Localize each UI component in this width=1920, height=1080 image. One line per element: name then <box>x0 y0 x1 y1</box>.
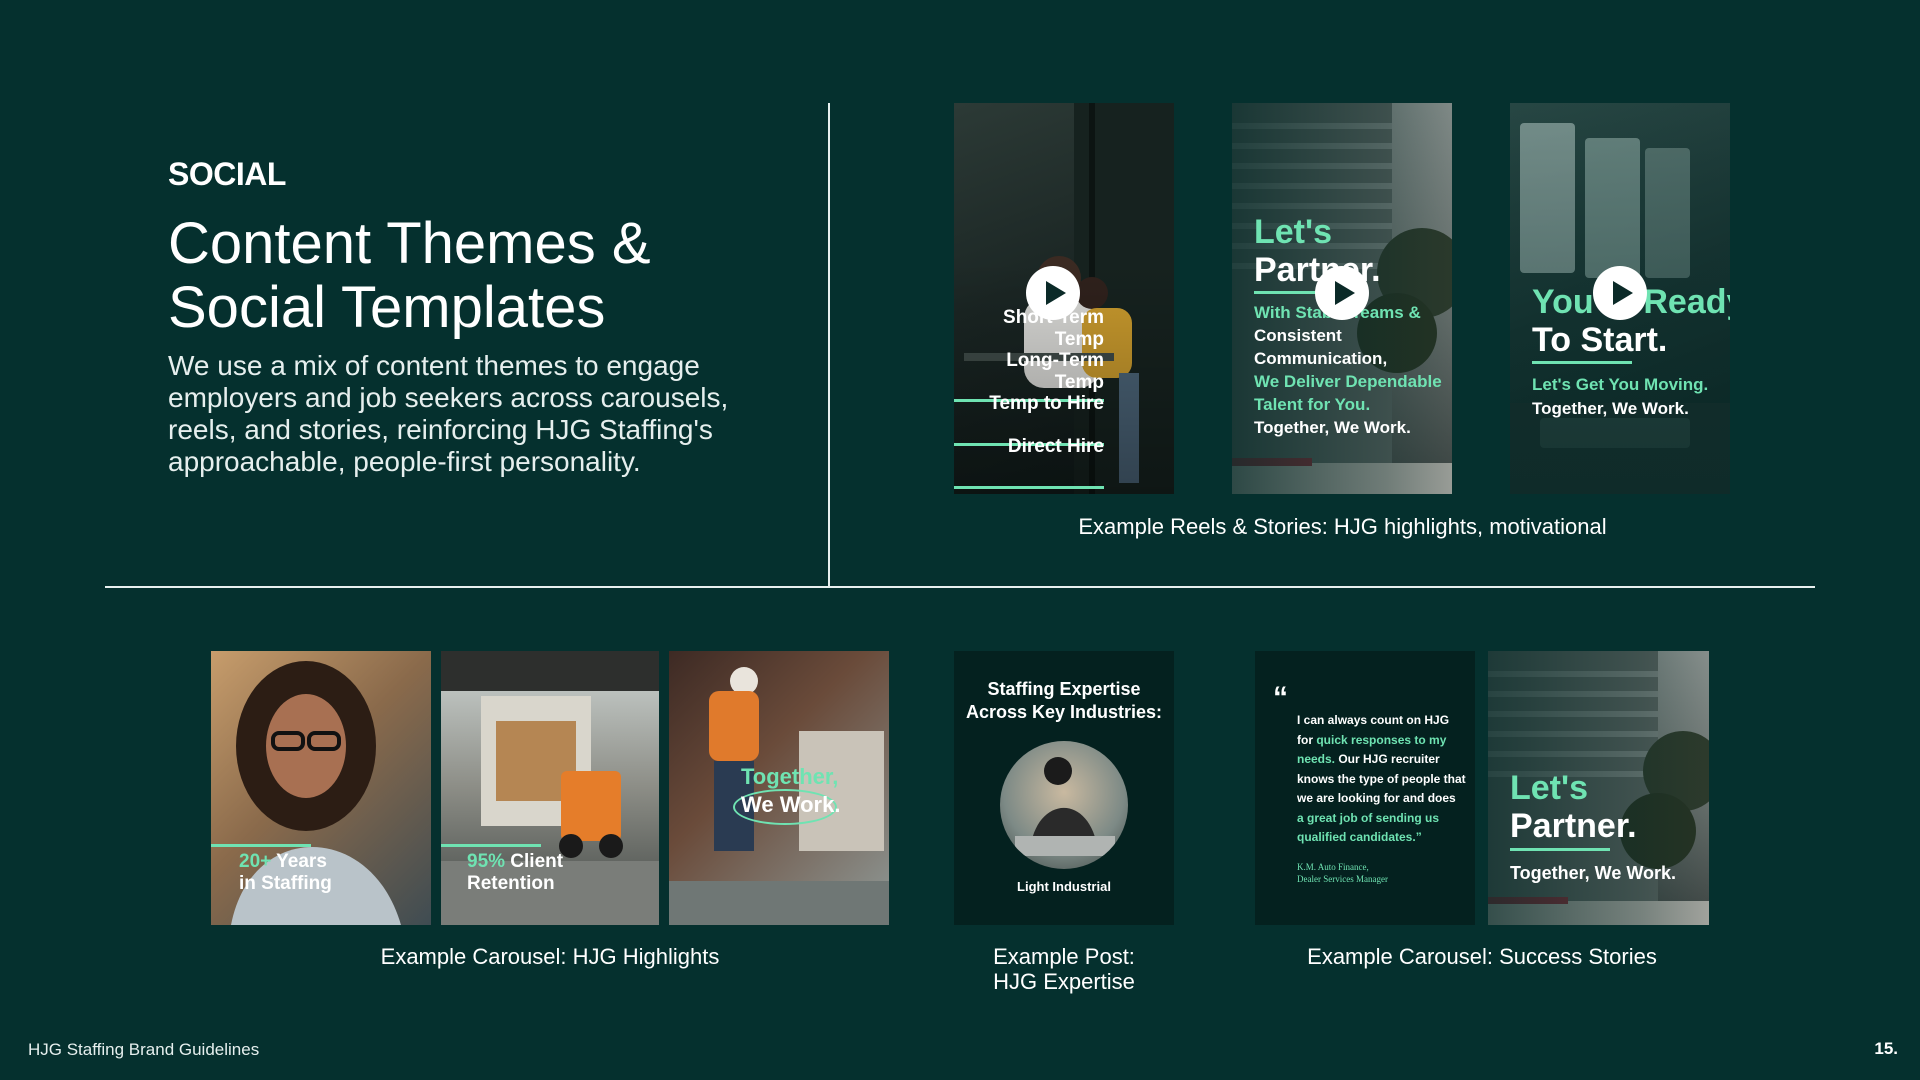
title-line-2: Social Templates <box>168 275 606 340</box>
mint-rule <box>211 844 311 847</box>
slide-years-unit: Years <box>271 851 327 872</box>
slide-retention-line-2: Retention <box>467 873 555 894</box>
quote-line-5: we are looking for and does <box>1297 791 1456 805</box>
reel2-line-3: Communication, <box>1254 349 1388 368</box>
section-eyebrow: SOCIAL <box>168 156 286 192</box>
post-caption-line-1: Example Post: <box>993 944 1135 969</box>
mint-underline <box>1532 361 1632 364</box>
service-item: Short-Term Temp <box>1003 307 1104 350</box>
service-item: Long-Term Temp <box>1006 350 1104 393</box>
reel3-line-2: Together, We Work. <box>1532 399 1689 418</box>
quote-mark-icon: “ <box>1273 681 1288 714</box>
reel2-line-4: We Deliver Dependable <box>1254 372 1442 391</box>
post-heading-line-2: Across Key Industries: <box>965 702 1163 722</box>
together-line-1: Together, <box>741 764 839 789</box>
quote-line-4: knows the type of people that <box>1297 771 1466 786</box>
play-icon[interactable] <box>1593 266 1647 320</box>
carousel-success-caption: Example Carousel: Success Stories <box>1307 944 1657 969</box>
reel2-line-2: Consistent <box>1254 326 1342 345</box>
mint-rule <box>954 486 1104 489</box>
vertical-divider <box>828 103 830 586</box>
quote-line-1: I can always count on HJG <box>1297 713 1450 727</box>
play-icon[interactable] <box>1315 266 1369 320</box>
reels-caption: Example Reels & Stories: HJG highlights,… <box>1078 514 1607 539</box>
partner-line: Together, We Work. <box>1510 863 1677 883</box>
testimonial-attribution: K.M. Auto Finance, Dealer Services Manag… <box>1297 861 1388 885</box>
slide-retention-stat: 95% Client Retention <box>467 851 563 895</box>
reel2-heading-1: Let's <box>1254 213 1332 251</box>
carousel-slide-quote[interactable]: “ I can always count on HJG for quick re… <box>1255 651 1475 925</box>
quote-line-6: a great job of sending us <box>1297 810 1440 825</box>
slide-retention-number: 95% <box>467 851 506 872</box>
partner-heading-1: Let's <box>1510 769 1588 807</box>
post-caption-line-2: HJG Expertise <box>993 969 1135 994</box>
reel2-body: With Stable Teams & Consistent Communica… <box>1254 301 1442 439</box>
mint-rule <box>441 844 541 847</box>
reel3-line-1: Let's Get You Moving. <box>1532 375 1709 394</box>
page-number: 15. <box>1874 1039 1898 1058</box>
testimonial-text: I can always count on HJG for quick resp… <box>1297 711 1467 848</box>
quote-line-2a: for <box>1297 732 1317 747</box>
service-item: Temp to Hire <box>989 393 1104 414</box>
mint-underline <box>1510 848 1610 851</box>
reel-thumbnail-ready[interactable]: You're Ready, To Start. Let's Get You Mo… <box>1510 103 1730 494</box>
slide-years-number: 20+ <box>239 851 272 872</box>
together-line-2: We Work. <box>741 792 841 817</box>
reel3-heading-2: To Start. <box>1532 321 1668 359</box>
intro-paragraph: We use a mix of content themes to engage… <box>168 350 729 477</box>
slide-retention-line-1: 95% Client <box>467 851 563 873</box>
reel-thumbnail-services[interactable]: Short-Term Temp Long-Term Temp Temp to H… <box>954 103 1174 494</box>
industry-photo-circle <box>1000 741 1128 869</box>
reel2-line-5: Talent for You. <box>1254 395 1371 414</box>
title-line-1: Content Themes & <box>168 211 651 276</box>
carousel-slide-years[interactable]: 20+ Years in Staffing <box>211 651 431 925</box>
service-item: Direct Hire <box>1007 436 1104 457</box>
footer-brand: HJG Staffing Brand Guidelines <box>28 1040 260 1059</box>
industrial-worker-illustration <box>1015 757 1115 856</box>
slide-years-stat: 20+ Years in Staffing <box>239 851 332 895</box>
carousel-slide-partner[interactable]: Let's Partner. Together, We Work. <box>1488 651 1709 925</box>
quote-line-3b: Our HJG recruiter <box>1335 752 1440 766</box>
page-title: Content Themes & Social Templates <box>168 212 808 340</box>
play-icon[interactable] <box>1026 266 1080 320</box>
carousel-highlights-caption: Example Carousel: HJG Highlights <box>380 944 720 969</box>
reel2-line-6: Together, We Work. <box>1254 418 1411 437</box>
attribution-line-1: K.M. Auto Finance, <box>1297 862 1369 872</box>
post-expertise-caption: Example Post: HJG Expertise <box>944 944 1184 994</box>
quote-line-2b: quick responses to my <box>1316 732 1447 747</box>
post-expertise[interactable]: Staffing Expertise Across Key Industries… <box>954 651 1174 925</box>
quote-line-2: for quick responses to my <box>1297 731 1467 751</box>
slide-retention-unit: Client <box>505 851 564 872</box>
quote-line-7: qualified candidates.” <box>1297 830 1422 844</box>
quote-line-3a: needs. <box>1297 752 1336 766</box>
quote-line-3: needs. Our HJG recruiter <box>1297 750 1467 770</box>
horizontal-divider <box>105 586 1815 588</box>
partner-heading-2: Partner. <box>1510 807 1637 845</box>
carousel-slide-together[interactable]: Together, We Work. <box>669 651 889 925</box>
slide-years-line-2: in Staffing <box>239 873 332 894</box>
slide-years-line-1: 20+ Years <box>239 851 332 873</box>
reel-thumbnail-partner[interactable]: Let's Partner. With Stable Teams & Consi… <box>1232 103 1452 494</box>
industry-label: Light Industrial <box>1017 879 1111 894</box>
attribution-line-2: Dealer Services Manager <box>1297 874 1388 884</box>
post-heading-line-1: Staffing Expertise <box>987 679 1141 699</box>
carousel-slide-retention[interactable]: 95% Client Retention <box>441 651 659 925</box>
